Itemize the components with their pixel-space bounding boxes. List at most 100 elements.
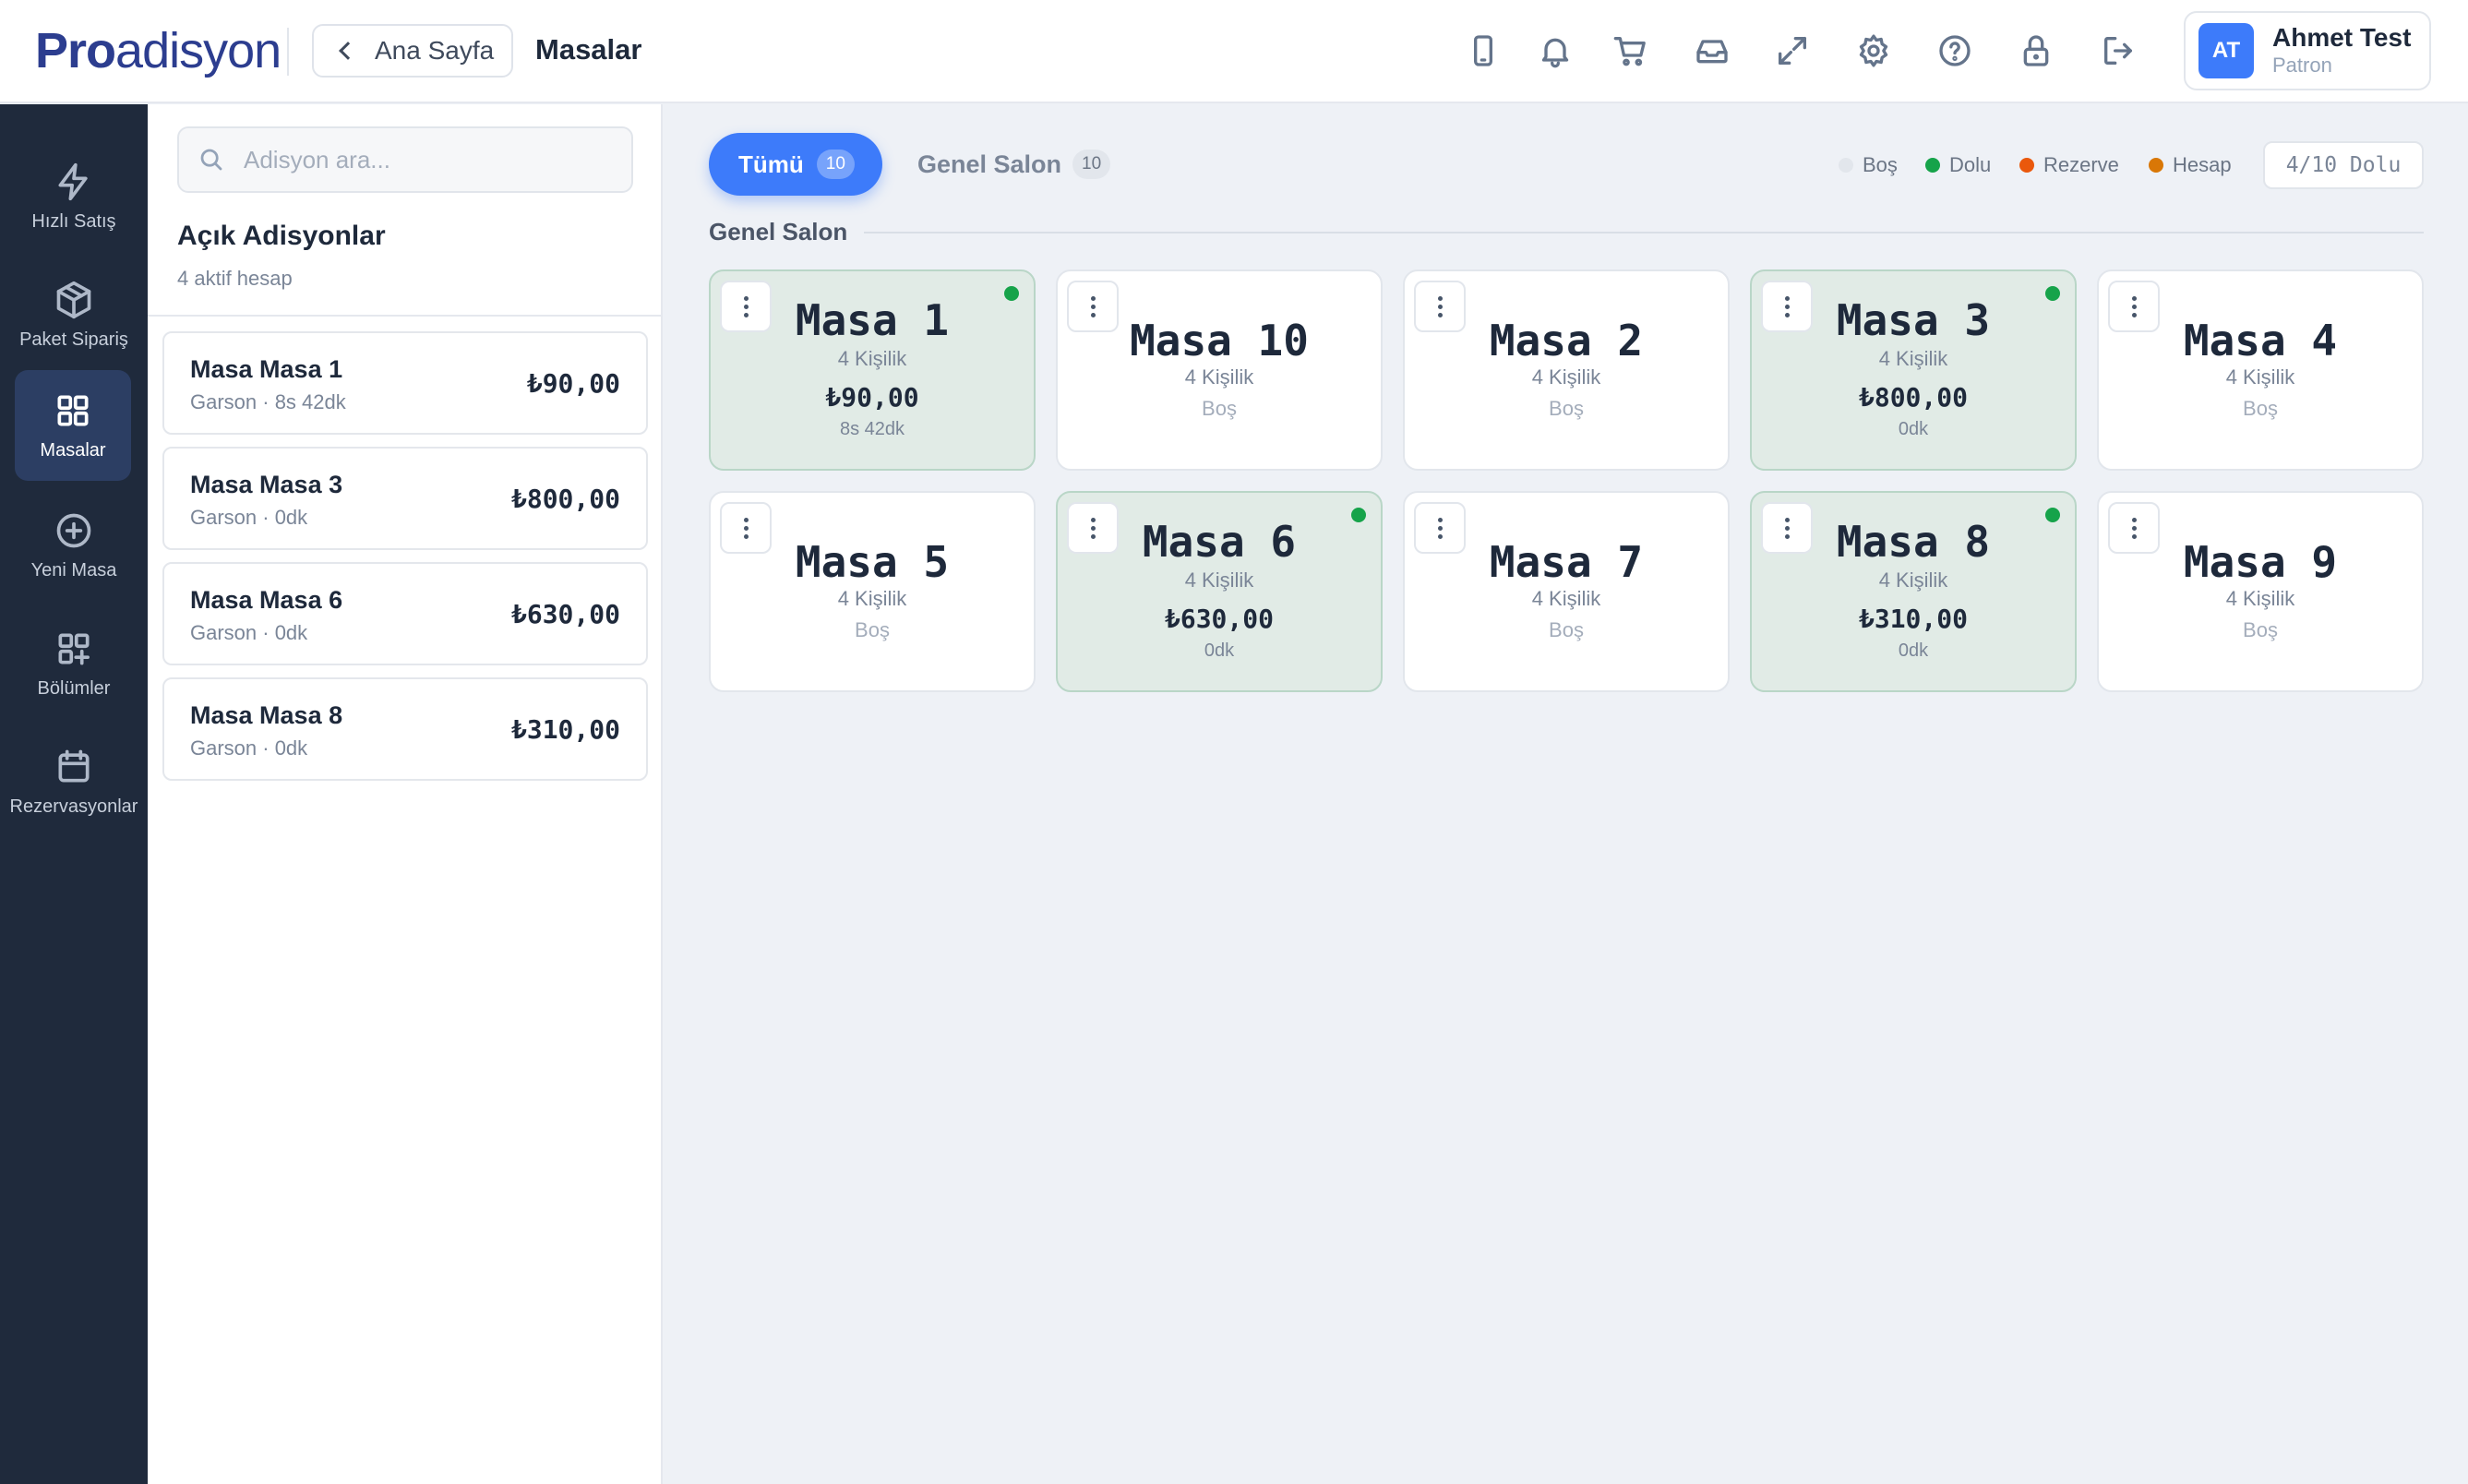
tab-label: Genel Salon	[917, 150, 1062, 178]
legend-item-rezerve: Rezerve	[2019, 151, 2119, 179]
bill-item[interactable]: Masa Masa 6 Garson · 0dk ₺630,00	[162, 562, 648, 665]
table-card-masa-3[interactable]: Masa 3 4 Kişilik ₺800,00 0dk	[1750, 269, 2077, 471]
bill-amount: ₺630,00	[510, 599, 620, 629]
tab-label: Tümü	[738, 150, 804, 178]
tablet-icon[interactable]	[1460, 28, 1506, 74]
bell-icon[interactable]	[1532, 28, 1578, 74]
inbox-icon[interactable]	[1689, 28, 1735, 74]
table-status: Boş	[1549, 397, 1584, 420]
bill-meta: Garson · 0dk	[190, 736, 308, 760]
lock-icon[interactable]	[2013, 28, 2059, 74]
open-bills-panel: Açık Adisyonlar 4 aktif hesap Masa Masa …	[148, 104, 663, 1484]
plus-circle-icon	[56, 513, 91, 547]
legend-item-hesap: Hesap	[2149, 151, 2232, 179]
legend-dot	[2149, 158, 2163, 173]
table-card-masa-10[interactable]: Masa 10 4 Kişilik Boş	[1056, 269, 1383, 471]
table-card-masa-7[interactable]: Masa 7 4 Kişilik Boş	[1403, 491, 1730, 692]
table-card-masa-1[interactable]: Masa 1 4 Kişilik ₺90,00 8s 42dk	[709, 269, 1036, 471]
user-role: Patron	[2272, 54, 2332, 77]
bill-meta: Garson · 8s 42dk	[190, 390, 346, 413]
sidebar-item-label: Bölümler	[37, 677, 111, 699]
bill-amount: ₺310,00	[510, 714, 620, 745]
grid-icon	[57, 395, 89, 425]
panel-subtitle: 4 aktif hesap	[177, 267, 293, 290]
grid-plus-icon	[58, 633, 90, 664]
bill-name: Masa Masa 1	[190, 355, 343, 383]
dot-icon	[1437, 295, 1443, 301]
table-capacity: 4 Kişilik	[1531, 587, 1601, 610]
table-card-masa-5[interactable]: Masa 5 4 Kişilik Boş	[709, 491, 1036, 692]
bill-item[interactable]: Masa Masa 1 Garson · 8s 42dk ₺90,00	[162, 331, 648, 435]
lightning-icon	[58, 162, 88, 200]
table-name: Masa 6	[1142, 517, 1297, 567]
logout-icon[interactable]	[2095, 28, 2141, 74]
gear-icon[interactable]	[1851, 28, 1897, 74]
chevron-left-icon	[339, 42, 357, 60]
user-menu[interactable]: AT Ahmet Test Patron	[2184, 11, 2431, 90]
dot-icon	[1437, 525, 1443, 531]
table-card-masa-8[interactable]: Masa 8 4 Kişilik ₺310,00 0dk	[1750, 491, 2077, 692]
table-capacity: 4 Kişilik	[837, 587, 907, 610]
page-title: Masalar	[535, 33, 642, 66]
legend-label: Rezerve	[2043, 153, 2119, 176]
dot-icon	[2131, 517, 2137, 522]
table-capacity: 4 Kişilik	[1878, 347, 1948, 370]
sidebar-item-masalar[interactable]: Masalar	[15, 370, 131, 481]
panel-divider	[148, 315, 663, 317]
table-status: Boş	[1202, 397, 1237, 420]
dot-icon	[1437, 304, 1443, 309]
sidebar-item-bolumler[interactable]: Bölümler	[0, 608, 148, 719]
user-name: Ahmet Test	[2272, 23, 2412, 52]
table-card-masa-9[interactable]: Masa 9 4 Kişilik Boş	[2097, 491, 2424, 692]
table-capacity: 4 Kişilik	[837, 347, 907, 370]
back-label: Ana Sayfa	[375, 36, 495, 65]
bill-name: Masa Masa 6	[190, 586, 343, 614]
legend-label: Boş	[1863, 153, 1898, 176]
table-card-masa-6[interactable]: Masa 6 4 Kişilik ₺630,00 0dk	[1056, 491, 1383, 692]
table-name: Masa 9	[2183, 537, 2338, 587]
header-divider	[287, 28, 289, 76]
logo[interactable]: Pro adisyon	[35, 20, 282, 81]
table-name: Masa 2	[1489, 316, 1644, 365]
table-name: Masa 1	[795, 295, 950, 345]
section-title: Genel Salon	[709, 218, 848, 245]
bill-item[interactable]: Masa Masa 8 Garson · 0dk ₺310,00	[162, 677, 648, 781]
bill-meta: Garson · 0dk	[190, 506, 308, 529]
logo-rest: adisyon	[115, 23, 282, 78]
expand-icon[interactable]	[1769, 28, 1815, 74]
logo-bold: Pro	[35, 23, 116, 78]
legend-item-bos: Boş	[1839, 151, 1898, 179]
table-card-masa-4[interactable]: Masa 4 4 Kişilik Boş	[2097, 269, 2424, 471]
bill-name: Masa Masa 3	[190, 471, 343, 498]
calendar-icon	[58, 749, 90, 782]
sidebar-item-hizli-satis[interactable]: Hızlı Satış	[0, 141, 148, 252]
sidebar-item-rezervasyonlar[interactable]: Rezervasyonlar	[0, 726, 148, 837]
bill-amount: ₺800,00	[510, 484, 620, 514]
tab-genel-salon[interactable]: Genel Salon 10	[917, 133, 1111, 196]
table-name: Masa 7	[1489, 537, 1644, 587]
sidebar-item-label: Rezervasyonlar	[9, 796, 138, 817]
bill-item[interactable]: Masa Masa 3 Garson · 0dk ₺800,00	[162, 447, 648, 550]
avatar: AT	[2198, 23, 2254, 78]
table-duration: 0dk	[1204, 640, 1235, 661]
table-capacity: 4 Kişilik	[1531, 365, 1601, 389]
search-icon	[200, 149, 222, 171]
sidebar-item-yeni-masa[interactable]: Yeni Masa	[0, 490, 148, 601]
dot-icon	[1090, 304, 1096, 309]
sidebar-item-label: Hızlı Satış	[31, 210, 116, 232]
table-capacity: 4 Kişilik	[1184, 365, 1254, 389]
tab-all[interactable]: Tümü 10	[709, 133, 882, 196]
table-duration: 8s 42dk	[839, 419, 905, 439]
user-info: Ahmet Test Patron	[2272, 23, 2411, 78]
dot-icon	[1090, 295, 1096, 301]
search-box[interactable]	[177, 126, 633, 193]
help-icon[interactable]	[1932, 28, 1978, 74]
cart-icon[interactable]	[1608, 28, 1654, 74]
dot-icon	[1437, 517, 1443, 522]
legend-dot	[1839, 158, 1853, 173]
search-input[interactable]	[244, 145, 613, 174]
table-card-masa-2[interactable]: Masa 2 4 Kişilik Boş	[1403, 269, 1730, 471]
tab-count-badge: 10	[816, 150, 855, 179]
back-button[interactable]: Ana Sayfa	[312, 24, 513, 78]
sidebar-item-paket-siparis[interactable]: Paket Sipariş	[0, 259, 148, 370]
